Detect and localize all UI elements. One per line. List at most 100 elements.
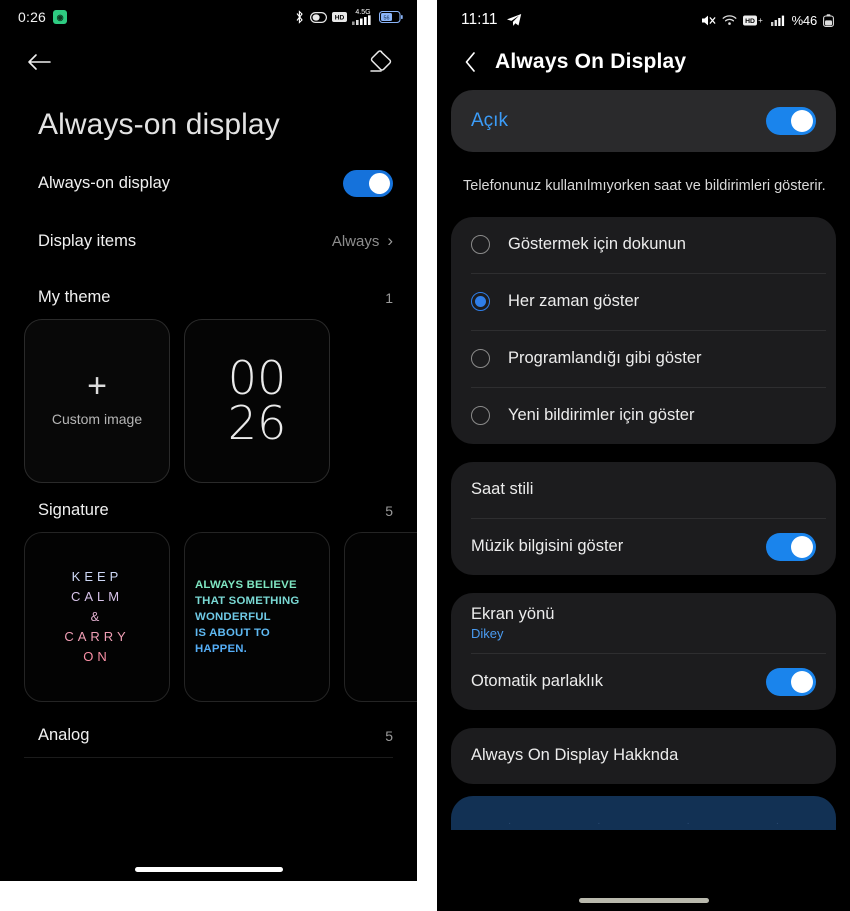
signal-icon: 4.5G (352, 9, 374, 25)
clock-settings-card: Saat stili Müzik bilgisini göster (451, 461, 836, 575)
row-show-music-info[interactable]: Müzik bilgisini göster (451, 519, 836, 575)
row-about-aod[interactable]: Always On Display Hakknda (451, 728, 836, 784)
radio-option-row[interactable]: Her zaman göster (451, 274, 836, 330)
radio-option-row[interactable]: Yeni bildirimler için göster (451, 388, 836, 444)
row-always-on-display[interactable]: Always-on display (0, 154, 417, 212)
row-display-items[interactable]: Display items Always › (0, 212, 417, 270)
believe-line: WONDERFUL (195, 610, 271, 623)
row-screen-orientation[interactable]: Ekran yönü Dikey (451, 593, 836, 653)
row-clock-style[interactable]: Saat stili (451, 462, 836, 518)
signature-card-keep-calm[interactable]: KEEP CALM & CARRY ON (24, 532, 170, 702)
radio-option-main: Göstermek için dokunun (471, 235, 816, 255)
radio-option-label: Programlandığı gibi göster (508, 349, 702, 368)
auto-brightness-toggle[interactable] (766, 667, 816, 696)
hd-plus-icon: HD + (742, 15, 763, 25)
section-header-analog: Analog 5 (0, 702, 417, 757)
eraser-icon[interactable] (365, 47, 395, 77)
display-items-value: Always (331, 232, 380, 250)
peek-text: . (686, 815, 690, 827)
custom-image-label: Custom image (51, 410, 143, 427)
row-label: Always On Display Hakknda (471, 746, 679, 765)
svg-text:+: + (758, 15, 763, 24)
left-status-time: 0:26 (18, 9, 47, 25)
row-label: Always-on display (38, 173, 171, 192)
radio-option-row[interactable]: Göstermek için dokunun (451, 217, 836, 273)
custom-image-card[interactable]: + Custom image (24, 319, 170, 483)
peek-text: . (775, 815, 779, 827)
battery-icon (823, 13, 834, 27)
signature-card-cjk[interactable]: 美好的事情即將 發生 (344, 532, 417, 702)
section-count: 5 (385, 727, 393, 744)
radio-button-icon[interactable] (471, 235, 490, 255)
radio-button-icon[interactable] (471, 349, 490, 369)
section-title: Analog (38, 726, 90, 744)
row-label: Ekran yönü (471, 604, 555, 623)
right-phone-screen: 11:11 HD + %46 Always On Display Açık Te… (437, 0, 850, 911)
back-arrow-icon[interactable] (24, 47, 54, 77)
svg-text:HD: HD (745, 18, 755, 25)
row-subtitle: Dikey (471, 625, 504, 641)
believe-line: ALWAYS BELIEVE (195, 578, 297, 591)
display-mode-radio-card: Göstermek için dokunun Her zaman göster … (451, 216, 836, 444)
chevron-right-icon: › (387, 231, 393, 250)
section-header-my-theme: My theme 1 (0, 270, 417, 319)
wifi-icon (722, 15, 737, 25)
row-value-group: Always › (332, 231, 393, 251)
left-status-left: 0:26 ◉ (18, 9, 68, 25)
row-label: Otomatik parlaklık (471, 672, 604, 691)
clock-minutes: 26 (227, 396, 287, 450)
right-status-time: 11:11 (461, 11, 498, 28)
home-indicator[interactable] (578, 898, 709, 903)
right-status-bar: 11:11 HD + %46 (437, 0, 850, 40)
row-auto-brightness[interactable]: Otomatik parlaklık (451, 654, 836, 710)
believe-line: IS ABOUT TO (195, 627, 270, 640)
radio-button-icon[interactable] (471, 292, 490, 312)
music-info-toggle[interactable] (766, 532, 816, 561)
master-toggle-card[interactable]: Açık (451, 90, 836, 152)
master-toggle-label: Açık (471, 110, 508, 131)
svg-text:56: 56 (384, 16, 390, 22)
radio-option-label: Yeni bildirimler için göster (508, 406, 695, 425)
radio-option-main: Her zaman göster (471, 292, 816, 312)
clock-preview-card[interactable]: 00 26 (184, 319, 330, 483)
home-indicator[interactable] (134, 867, 283, 872)
master-toggle-switch[interactable] (766, 107, 816, 135)
keep-calm-line: & (90, 608, 104, 624)
cjk-text: 美好的事情即將 發生 (355, 543, 417, 691)
about-card[interactable]: Always On Display Hakknda (451, 727, 836, 784)
mute-icon (701, 15, 715, 25)
section-count: 1 (385, 289, 393, 306)
app-badge-icon: ◉ (53, 10, 68, 24)
aod-description: Telefonunuz kullanılmıyorken saat ve bil… (463, 178, 826, 194)
row-text-stack: Ekran yönü Dikey (471, 605, 554, 641)
always-on-display-toggle[interactable] (343, 169, 393, 197)
hd-icon: HD (332, 12, 347, 22)
clock-hours: 00 (227, 350, 287, 405)
chevron-left-icon[interactable] (459, 50, 481, 74)
signature-card-always-believe[interactable]: ALWAYS BELIEVE THAT SOMETHING WONDERFUL … (184, 532, 330, 702)
keep-calm-line: CARRY (64, 629, 130, 645)
keep-calm-line: CALM (70, 588, 124, 604)
radio-button-icon[interactable] (471, 406, 490, 426)
radio-option-main: Yeni bildirimler için göster (471, 406, 816, 426)
bluetooth-icon (296, 10, 303, 24)
believe-line: THAT SOMETHING (195, 594, 300, 607)
always-believe-text: ALWAYS BELIEVE THAT SOMETHING WONDERFUL … (195, 577, 319, 658)
screenshot-stage: 0:26 ◉ HD 4.5G 56 Always-on display Alwa… (0, 0, 850, 911)
section-title: Signature (38, 501, 109, 519)
page-title: Always-on display (38, 108, 280, 141)
master-toggle-row[interactable]: Açık (451, 90, 836, 152)
keep-calm-line: KEEP (71, 568, 123, 584)
radio-option-row[interactable]: Programlandığı gibi göster (451, 331, 836, 387)
peek-text: . (597, 815, 601, 827)
left-status-bar: 0:26 ◉ HD 4.5G 56 (0, 0, 417, 34)
right-app-bar: Always On Display (437, 40, 850, 90)
right-status-icons: HD + %46 (701, 13, 834, 28)
believe-line: HAPPEN. (195, 643, 248, 656)
left-nav-row (0, 34, 417, 90)
peek-text: . (508, 815, 512, 827)
telegram-send-icon (506, 14, 521, 26)
row-label: Display items (38, 231, 137, 250)
partially-visible-card[interactable]: . . . . (451, 795, 836, 830)
radio-option-label: Her zaman göster (508, 292, 640, 311)
